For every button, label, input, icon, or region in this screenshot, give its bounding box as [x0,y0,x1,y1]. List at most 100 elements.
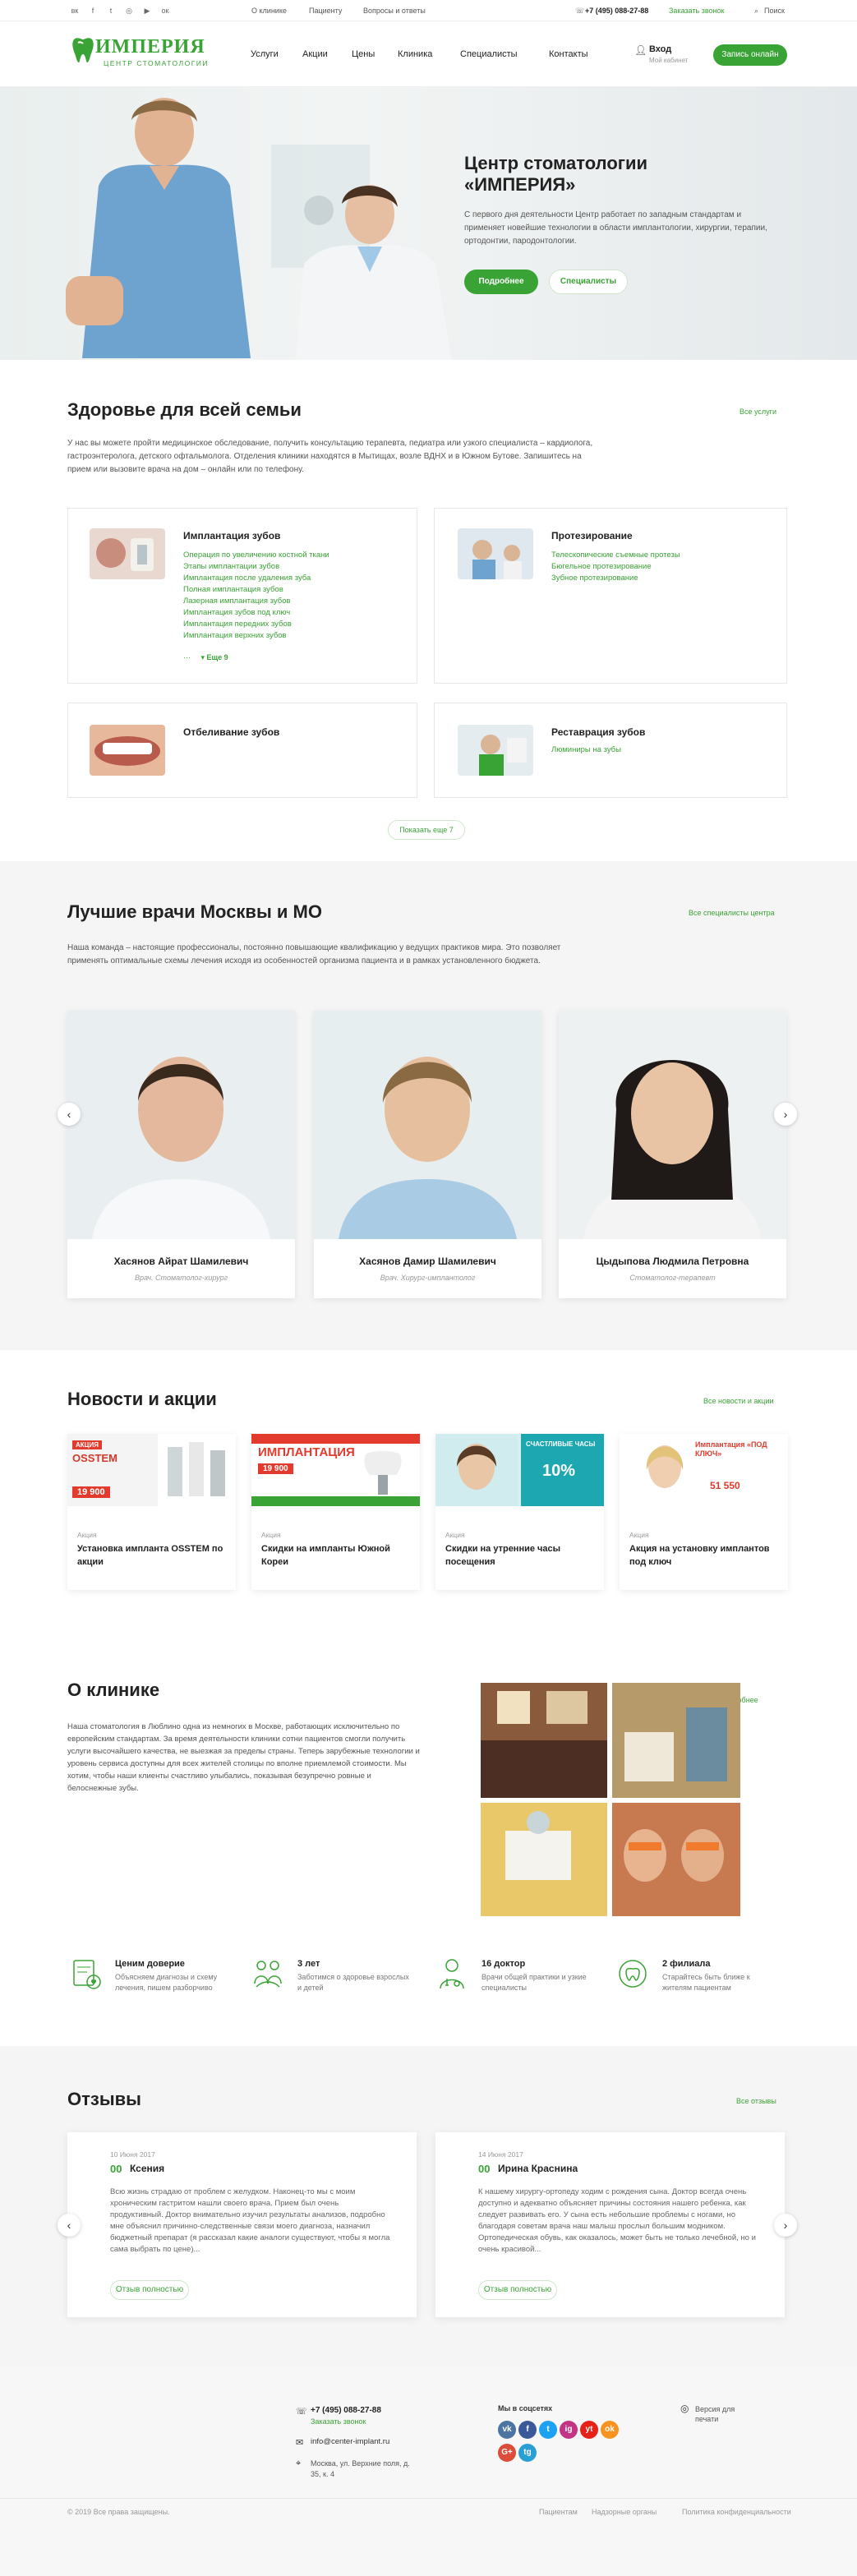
news-headline[interactable]: Акция на установку имплантов под ключ [629,1542,781,1569]
review-author: Ксения [130,2163,165,2174]
feature-title: Ценим доверие [115,1959,185,1969]
doctor-photo [67,1011,295,1239]
phone-icon: ☏ [575,7,585,15]
nav-specialists[interactable]: Специалисты [460,49,518,59]
news-headline[interactable]: Скидки на импланты Южной Кореи [261,1542,413,1569]
location-icon: ⌖ [296,2458,302,2468]
odnoklassniki-icon[interactable]: ок [161,7,169,15]
reviews-prev-arrow[interactable]: ‹ [58,2214,81,2237]
service-link[interactable]: Этапы имплантации зубов [183,561,329,573]
twitter-icon[interactable]: t [107,7,115,15]
service-link[interactable]: Лазерная имплантация зубов [183,596,329,607]
feature-title: 16 доктор [481,1959,526,1969]
google-plus-icon[interactable]: G+ [498,2444,516,2462]
doctor-card[interactable]: Хасянов Дамир Шамилевич Врач. Хирург-имп… [314,1011,541,1298]
instagram-icon[interactable]: ◎ [125,7,133,15]
service-link[interactable]: Телескопические съемные протезы [551,550,680,561]
doctors-all-link[interactable]: Все специалисты центра [689,909,775,917]
nav-prices[interactable]: Цены [352,49,375,59]
chevron-right-icon: › [783,2219,788,2232]
nav-services[interactable]: Услуги [251,49,279,59]
nav-clinic[interactable]: Клиника [398,49,432,59]
service-link[interactable]: Люминиры на зубы [551,744,621,756]
doctors-prev-arrow[interactable]: ‹ [58,1103,81,1126]
news-headline[interactable]: Скидки на утренние часы посещения [445,1542,597,1569]
footer-phone[interactable]: +7 (495) 088-27-88 [311,2406,381,2415]
service-link[interactable]: Бюгельное протезирование [551,561,680,573]
chevron-down-icon: ▾ [200,653,207,661]
chevron-right-icon: › [783,1108,788,1121]
news-card[interactable]: СЧАСТЛИВЫЕ ЧАСЫ 10% Акция Скидки на утре… [435,1434,604,1590]
vk-icon[interactable]: вк [71,7,79,15]
doctor-card[interactable]: Хасянов Айрат Шамилевич Врач. Стоматолог… [67,1011,295,1298]
service-more-link[interactable]: ··· ▾ Еще 9 [183,653,228,662]
search-icon[interactable]: ⌕ [754,7,758,16]
footer-print-version[interactable]: Версия для печати [695,2404,753,2424]
news-all-link[interactable]: Все новости и акции [703,1397,774,1405]
service-link[interactable]: Имплантация зубов под ключ [183,607,329,619]
service-link[interactable]: Зубное протезирование [551,573,680,584]
reviews-next-arrow[interactable]: › [774,2214,797,2237]
youtube-icon[interactable]: ▶ [143,7,151,15]
footer-link-regulators[interactable]: Надзорные органы [592,2508,657,2516]
login-link[interactable]: Вход [649,44,671,54]
footer-email[interactable]: info@center-implant.ru [311,2437,389,2446]
doctor-name: Хасянов Дамир Шамилевич [359,1256,496,1267]
show-more-services-button[interactable]: Показать еще 7 [388,820,465,840]
hero-more-button[interactable]: Подробнее [464,270,538,294]
service-link[interactable]: Имплантация верхних зубов [183,630,329,642]
service-link[interactable]: Имплантация передних зубов [183,619,329,630]
logo-subtitle: ЦЕНТР СТОМАТОЛОГИИ [104,59,210,67]
review-text: К нашему хирургу-ортопеду ходим с рожден… [478,2187,756,2254]
footer-callback[interactable]: Заказать звонок [311,2417,366,2426]
youtube-icon[interactable]: yt [580,2421,598,2439]
review-full-button[interactable]: Отзыв полностью [110,2280,189,2300]
topbar-callback[interactable]: Заказать звонок [669,7,724,15]
odnoklassniki-icon[interactable]: ok [601,2421,619,2439]
reviews-all-link[interactable]: Все отзывы [736,2097,776,2105]
news-image-price: 10% [542,1462,576,1480]
topbar-link-clinic[interactable]: О клинике [251,7,287,15]
service-card-restoration[interactable]: Реставрация зубов Люминиры на зубы [434,703,787,798]
doctors-text: Наша команда – настоящие профессионалы, … [67,943,561,965]
topbar-phone[interactable]: +7 (495) 088-27-88 [585,7,648,15]
service-link[interactable]: Операция по увеличению костной ткани [183,550,329,561]
doctor-card[interactable]: Цыдыпова Людмила Петровна Стоматолог-тер… [559,1011,786,1298]
service-card-prosthetics[interactable]: Протезирование Телескопические съемные п… [434,508,787,684]
telegram-icon[interactable]: tg [518,2444,537,2462]
news-image-price: 51 550 [710,1480,740,1491]
facebook-icon[interactable]: f [518,2421,537,2439]
service-link[interactable]: Полная имплантация зубов [183,584,329,596]
hero-specialists-button[interactable]: Специалисты [549,270,628,294]
twitter-icon[interactable]: t [539,2421,557,2439]
service-card-implant[interactable]: Имплантация зубов Операция по увеличению… [67,508,417,684]
service-card-whitening[interactable]: Отбеливание зубов [67,703,417,798]
nav-promos[interactable]: Акции [302,49,328,59]
vk-icon[interactable]: vk [498,2421,516,2439]
tooth-implant-image [364,1451,402,1495]
footer-link-privacy[interactable]: Политика конфиденциальности [682,2508,791,2516]
news-headline[interactable]: Установка импланта OSSTEM по акции [77,1542,229,1569]
services-text: У нас вы можете пройти медицинское обсле… [67,439,593,474]
nav-contacts[interactable]: Контакты [549,49,588,59]
instagram-icon[interactable]: ig [560,2421,578,2439]
chevron-left-icon: ‹ [67,2219,71,2232]
service-link[interactable]: Имплантация после удаления зуба [183,573,329,584]
topbar-search[interactable]: Поиск [764,7,785,15]
service-card-title: Протезирование [551,530,633,541]
news-card[interactable]: АКЦИЯ OSSTEM 19 900 Акция Установка импл… [67,1434,236,1590]
about-text: Наша стоматология в Люблино одна из немн… [67,1722,420,1793]
footer-link-patients[interactable]: Пациентам [539,2508,578,2516]
review-full-button[interactable]: Отзыв полностью [478,2280,557,2300]
news-card[interactable]: Имплантация «ПОД КЛЮЧ» 51 550 Акция Акци… [620,1434,788,1590]
news-card[interactable]: ИМПЛАНТАЦИЯ 19 900 Акция Скидки на импла… [251,1434,420,1590]
header: ИМПЕРИЯ ЦЕНТР СТОМАТОЛОГИИ Услуги Акции … [0,21,857,87]
online-booking-button[interactable]: Запись онлайн [713,44,787,66]
doctors-next-arrow[interactable]: › [774,1103,797,1126]
topbar-link-patient[interactable]: Пациенту [309,7,342,15]
topbar-link-faq[interactable]: Вопросы и ответы [363,7,426,15]
services-all-link[interactable]: Все услуги [740,408,776,416]
topbar-social: вк f t ◎ ▶ ок [71,7,169,15]
news-category: Акция [261,1531,281,1539]
facebook-icon[interactable]: f [89,7,97,15]
